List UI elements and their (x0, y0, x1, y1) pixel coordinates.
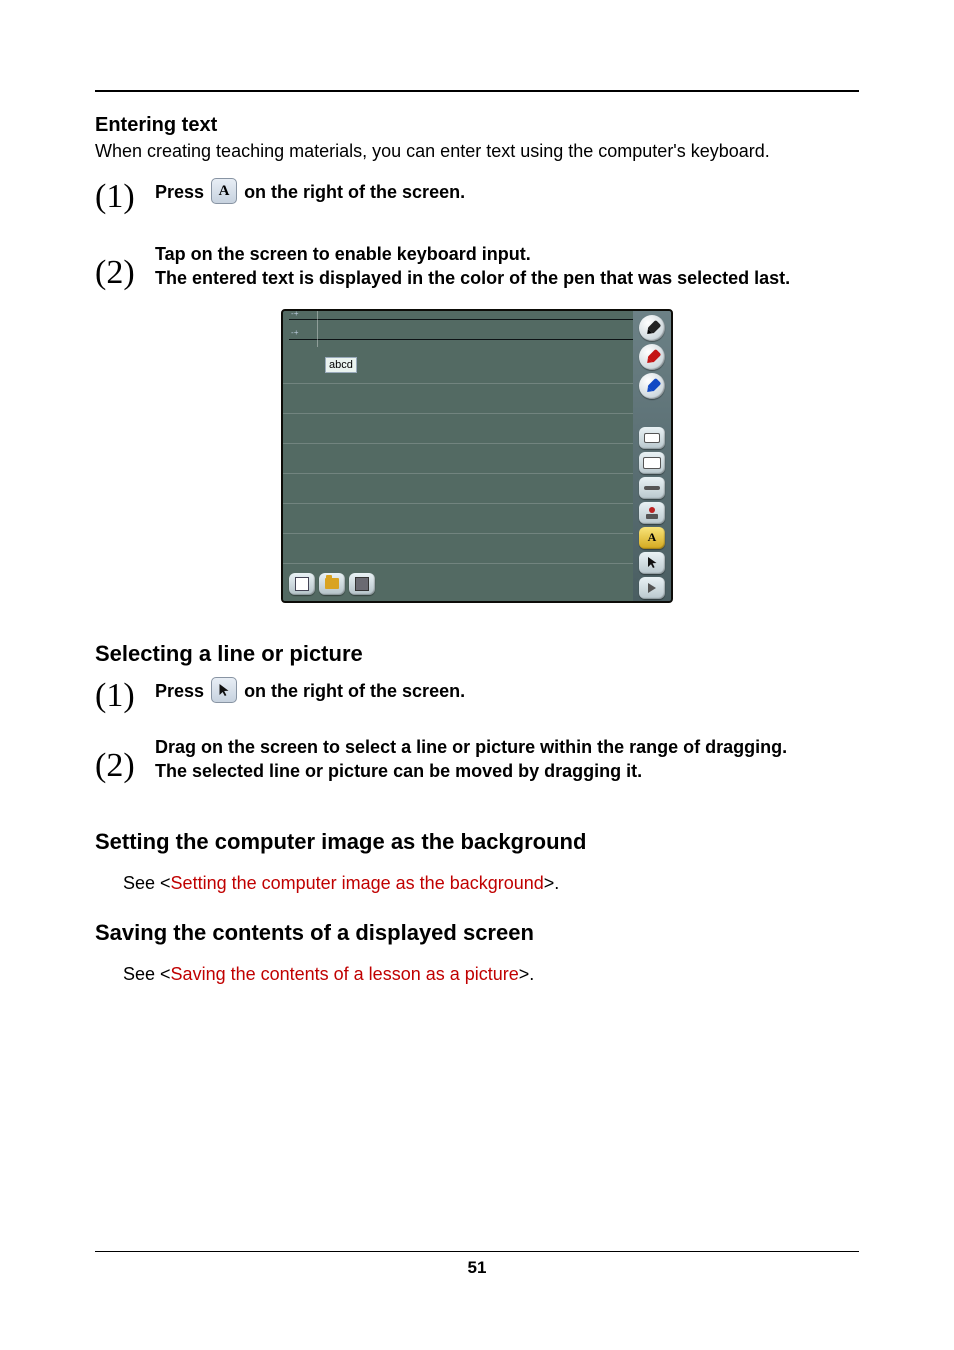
select-tool-icon (211, 677, 237, 703)
horizontal-rule (95, 1251, 859, 1252)
link-bg[interactable]: Setting the computer image as the backgr… (171, 873, 544, 893)
pen-black-icon[interactable] (639, 315, 665, 341)
save-disk-icon[interactable] (349, 573, 375, 595)
pen-blue-icon[interactable] (639, 373, 665, 399)
step-number: (2) (95, 242, 155, 290)
step-text: Press (155, 681, 209, 701)
select-tool-icon[interactable] (639, 552, 665, 574)
section-saving-title: Saving the contents of a displayed scree… (95, 920, 859, 946)
screenshot-figure: - + - + abcd (281, 309, 673, 603)
page-number: 51 (95, 1258, 859, 1278)
entering-text-step-1: (1) Press A on the right of the screen. (95, 180, 859, 214)
eraser-all-icon[interactable] (639, 477, 665, 499)
step-text: on the right of the screen. (244, 182, 465, 202)
step-text-line: Tap on the screen to enable keyboard inp… (155, 242, 859, 266)
step-text-line: The selected line or picture can be move… (155, 759, 859, 783)
horizontal-rule (95, 90, 859, 92)
figure-bottom-toolbar (289, 573, 375, 595)
link-saving[interactable]: Saving the contents of a lesson as a pic… (171, 964, 519, 984)
figure-side-toolbar: A (633, 311, 671, 601)
eraser-small-icon[interactable] (639, 427, 665, 449)
next-icon[interactable] (639, 577, 665, 599)
open-folder-icon[interactable] (319, 573, 345, 595)
eraser-large-icon[interactable] (639, 452, 665, 474)
section-bg-ref: See <Setting the computer image as the b… (123, 873, 859, 894)
entering-text-step-2: (2) Tap on the screen to enable keyboard… (95, 242, 859, 291)
stamp-icon[interactable] (639, 502, 665, 524)
step-number: (1) (95, 180, 155, 214)
step-text-line: The entered text is displayed in the col… (155, 266, 859, 290)
figure-canvas: - + - + abcd (283, 311, 633, 601)
section-selecting-title: Selecting a line or picture (95, 641, 859, 667)
step-text-line: Drag on the screen to select a line or p… (155, 735, 859, 759)
step-number: (2) (95, 735, 155, 783)
step-number: (1) (95, 679, 155, 713)
text-tool-active-icon[interactable]: A (639, 527, 665, 549)
section-bg-title: Setting the computer image as the backgr… (95, 829, 859, 855)
text-tool-icon: A (211, 178, 237, 204)
selecting-step-1: (1) Press on the right of the screen. (95, 679, 859, 713)
section-entering-text-title: Entering text (95, 114, 859, 137)
figure-entered-text: abcd (325, 357, 357, 373)
selecting-step-2: (2) Drag on the screen to select a line … (95, 735, 859, 784)
step-text: on the right of the screen. (244, 681, 465, 701)
section-entering-text-desc: When creating teaching materials, you ca… (95, 141, 859, 162)
new-page-icon[interactable] (289, 573, 315, 595)
pen-red-icon[interactable] (639, 344, 665, 370)
section-saving-ref: See <Saving the contents of a lesson as … (123, 964, 859, 985)
step-text: Press (155, 182, 209, 202)
